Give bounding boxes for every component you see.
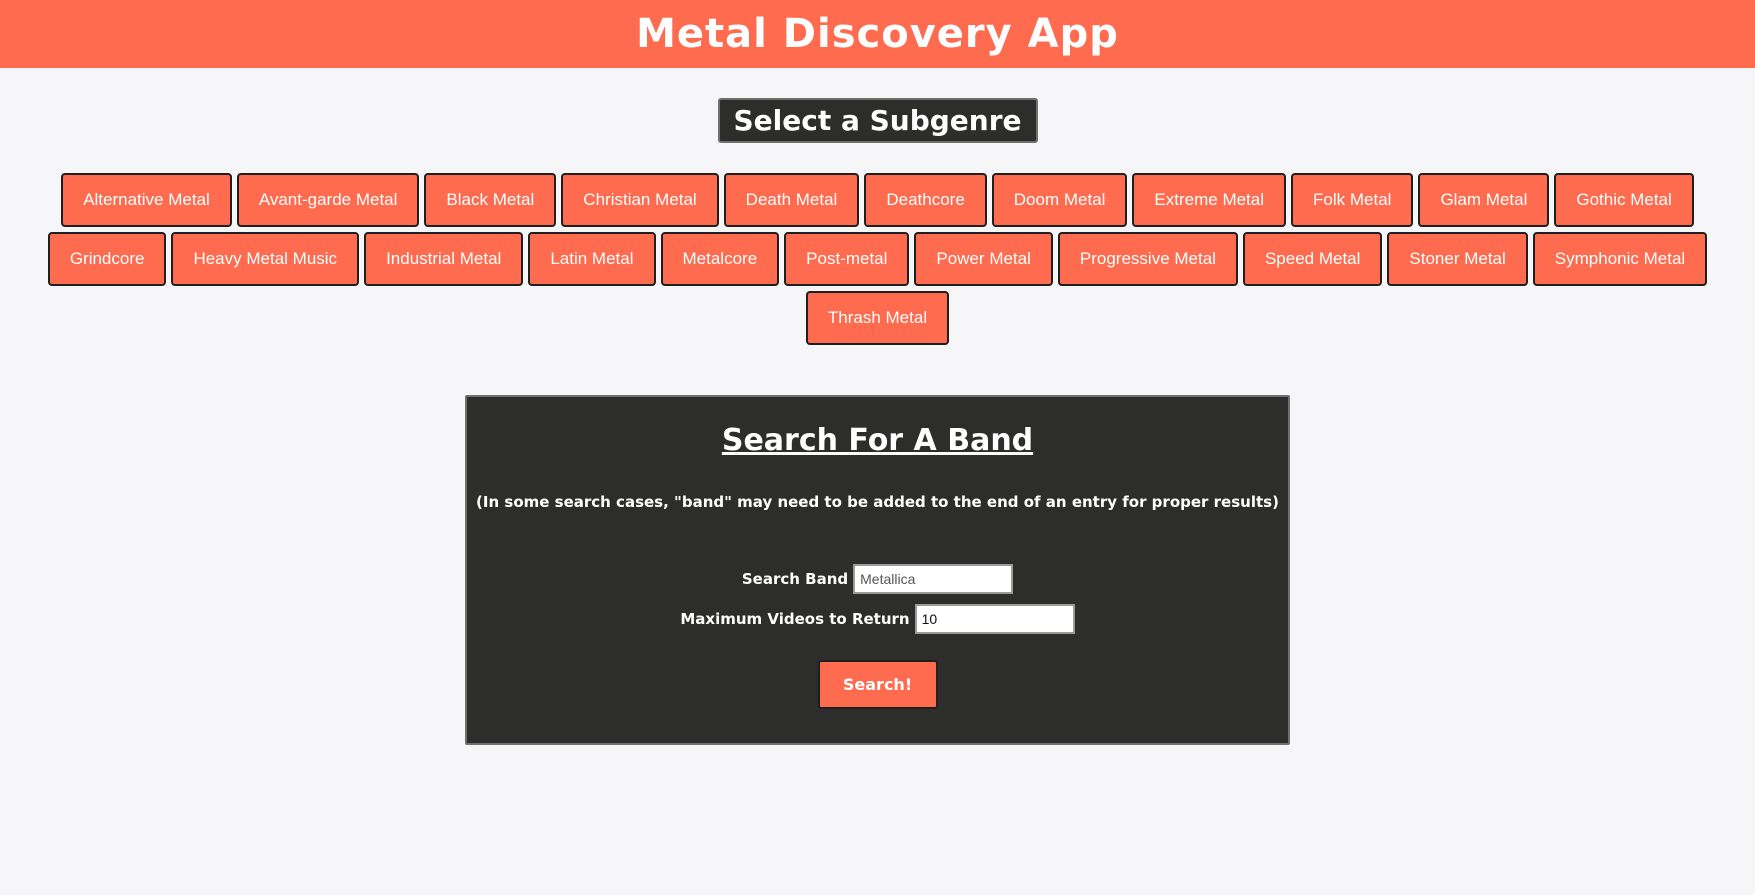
- genre-button-symphonic-metal[interactable]: Symphonic Metal: [1532, 232, 1708, 286]
- genre-button-heavy-metal-music[interactable]: Heavy Metal Music: [171, 232, 360, 286]
- genre-button-alternative-metal[interactable]: Alternative Metal: [61, 173, 232, 227]
- search-button[interactable]: Search!: [817, 660, 938, 709]
- max-videos-input[interactable]: [914, 604, 1075, 634]
- genre-button-extreme-metal[interactable]: Extreme Metal: [1132, 173, 1287, 227]
- genre-button-avant-garde-metal[interactable]: Avant-garde Metal: [236, 173, 420, 227]
- genre-button-progressive-metal[interactable]: Progressive Metal: [1057, 232, 1238, 286]
- genre-button-post-metal[interactable]: Post-metal: [784, 232, 910, 286]
- subgenre-heading-container: Select a Subgenre: [0, 98, 1755, 143]
- genre-button-christian-metal[interactable]: Christian Metal: [561, 173, 719, 227]
- genre-button-black-metal[interactable]: Black Metal: [424, 173, 557, 227]
- genre-button-speed-metal[interactable]: Speed Metal: [1242, 232, 1383, 286]
- band-search-panel: Search For A Band (In some search cases,…: [465, 395, 1290, 745]
- subgenre-heading: Select a Subgenre: [717, 98, 1038, 143]
- genre-button-doom-metal[interactable]: Doom Metal: [991, 173, 1128, 227]
- genre-button-grindcore[interactable]: Grindcore: [47, 232, 167, 286]
- genre-button-latin-metal[interactable]: Latin Metal: [528, 232, 656, 286]
- search-title: Search For A Band: [721, 423, 1034, 458]
- max-videos-label: Maximum Videos to Return: [680, 610, 910, 628]
- genre-button-glam-metal[interactable]: Glam Metal: [1418, 173, 1550, 227]
- genre-button-metalcore[interactable]: Metalcore: [660, 232, 780, 286]
- genre-button-gothic-metal[interactable]: Gothic Metal: [1554, 173, 1694, 227]
- search-band-label: Search Band: [741, 570, 849, 588]
- search-note: (In some search cases, "band" may need t…: [476, 493, 1279, 511]
- genre-button-industrial-metal[interactable]: Industrial Metal: [364, 232, 524, 286]
- search-band-input[interactable]: [853, 564, 1014, 594]
- app-title: Metal Discovery App: [636, 11, 1119, 57]
- genre-button-stoner-metal[interactable]: Stoner Metal: [1387, 232, 1528, 286]
- app-header: Metal Discovery App: [0, 0, 1755, 68]
- search-band-row: Search Band: [741, 564, 1014, 594]
- genre-button-power-metal[interactable]: Power Metal: [914, 232, 1053, 286]
- genre-button-folk-metal[interactable]: Folk Metal: [1291, 173, 1414, 227]
- genre-button-deathcore[interactable]: Deathcore: [864, 173, 987, 227]
- genre-button-death-metal[interactable]: Death Metal: [723, 173, 860, 227]
- genre-button-thrash-metal[interactable]: Thrash Metal: [805, 291, 950, 345]
- subgenre-button-grid: Alternative Metal Avant-garde Metal Blac…: [14, 173, 1741, 345]
- max-videos-row: Maximum Videos to Return: [680, 604, 1075, 634]
